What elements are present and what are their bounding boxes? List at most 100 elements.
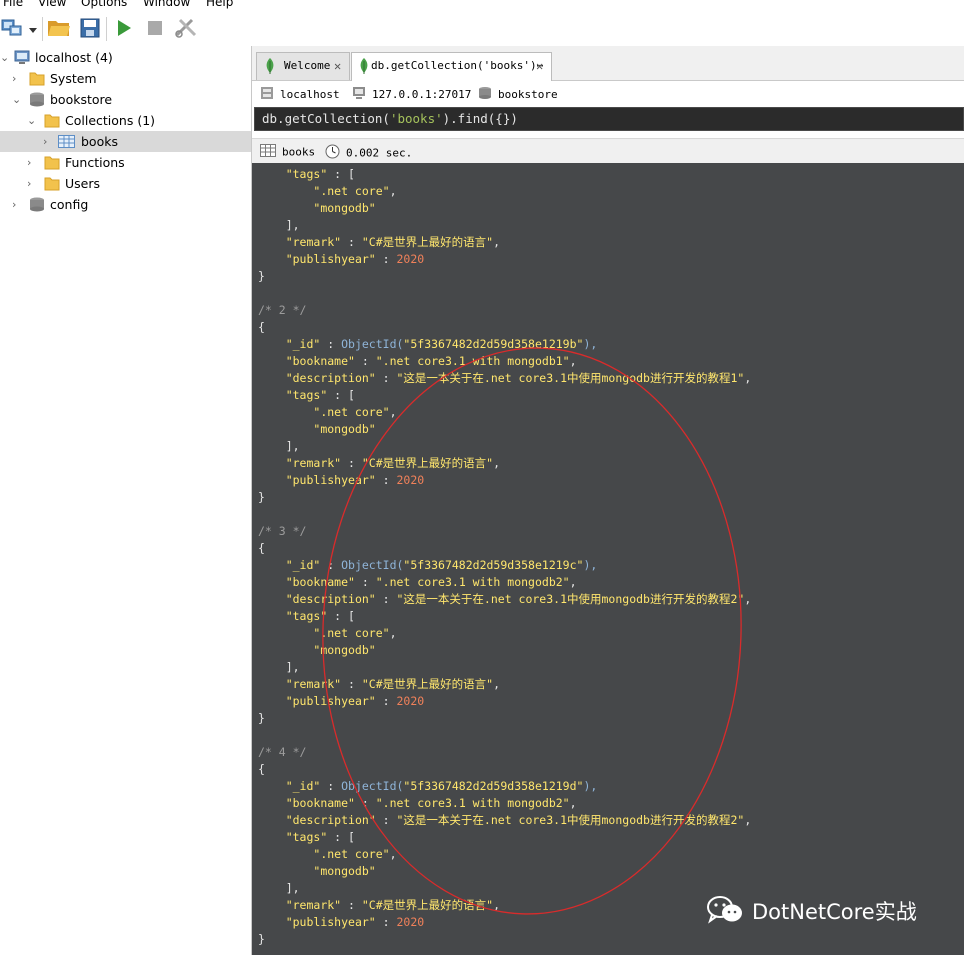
code-token: {: [258, 541, 265, 555]
code-token: ,: [744, 592, 752, 606]
code-token: "C#是世界上最好的语言": [361, 456, 494, 470]
query-collection-arg: 'books': [389, 111, 443, 126]
code-token: "remark": [285, 898, 342, 912]
code-line: "tags" : [: [258, 608, 355, 625]
code-token: :: [375, 813, 397, 827]
tab-bar: Welcome ✕ db.getCollection('books')⋯ ✕: [252, 46, 964, 81]
code-line: "description" : "这是一本关于在.net core3.1中使用m…: [258, 370, 752, 387]
code-token: }: [258, 490, 265, 504]
code-token: ObjectId(: [341, 779, 404, 793]
chevron-right-icon[interactable]: ›: [12, 68, 22, 89]
code-token: "tags": [285, 388, 328, 402]
query-editor[interactable]: db.getCollection('books').find({}): [254, 107, 964, 131]
run-button[interactable]: [111, 16, 137, 42]
code-line: "mongodb": [258, 200, 376, 217]
code-token: ,: [493, 677, 501, 691]
close-icon[interactable]: ✕: [536, 53, 543, 79]
chevron-right-icon[interactable]: ›: [27, 152, 37, 173]
tab-query[interactable]: db.getCollection('books')⋯ ✕: [351, 52, 552, 81]
code-token: "publishyear": [285, 473, 376, 487]
code-token: ),: [583, 558, 598, 572]
menu-options[interactable]: Options: [81, 0, 127, 9]
code-token: :: [375, 473, 397, 487]
close-icon[interactable]: ✕: [334, 53, 341, 79]
code-token: :: [375, 915, 397, 929]
chevron-down-icon[interactable]: ⌄: [12, 89, 22, 110]
menu-help[interactable]: Help: [206, 0, 233, 9]
result-status-bar: books 0.002 sec.: [252, 138, 964, 163]
code-token: "_id": [285, 779, 321, 793]
code-token: ,: [493, 898, 501, 912]
code-token: : [: [327, 830, 355, 844]
code-token: :: [354, 354, 376, 368]
info-host-text: localhost: [280, 88, 340, 101]
menu-bar: File View Options Window Help: [0, 0, 964, 10]
chevron-down-icon[interactable]: ⌄: [0, 47, 10, 68]
stop-button[interactable]: [142, 16, 168, 42]
code-token: "这是一本关于在.net core3.1中使用mongodb进行开发的教程2": [396, 813, 745, 827]
code-token: "remark": [285, 677, 342, 691]
code-line: "publishyear" : 2020: [258, 914, 425, 931]
chevron-right-icon[interactable]: ›: [43, 131, 53, 152]
code-token: "publishyear": [285, 694, 376, 708]
tree-node-collections[interactable]: ⌄ Collections (1): [0, 110, 251, 131]
tree-node-system[interactable]: › System: [0, 68, 251, 89]
code-token: ),: [583, 779, 598, 793]
code-token: ],: [258, 881, 300, 895]
table-icon: [58, 134, 75, 149]
tree-label-books: books: [81, 134, 118, 149]
tab-welcome-label: Welcome: [284, 59, 331, 72]
code-token: ],: [258, 218, 300, 232]
code-token: :: [341, 235, 362, 249]
tree-node-config[interactable]: › config: [0, 194, 251, 215]
code-line: "tags" : [: [258, 829, 355, 846]
chevron-right-icon[interactable]: ›: [12, 194, 22, 215]
menu-window[interactable]: Window: [143, 0, 190, 9]
chevron-down-icon[interactable]: ⌄: [27, 110, 37, 131]
code-line: "remark" : "C#是世界上最好的语言",: [258, 676, 500, 693]
code-token: "这是一本关于在.net core3.1中使用mongodb进行开发的教程1": [396, 371, 745, 385]
tree-label-collections: Collections (1): [65, 113, 156, 128]
code-line: "tags" : [: [258, 387, 355, 404]
code-token: :: [354, 796, 376, 810]
orient-button[interactable]: [173, 16, 199, 42]
save-button[interactable]: [77, 16, 103, 42]
code-token: : [: [327, 388, 355, 402]
code-token: "mongodb": [313, 201, 376, 215]
menu-view[interactable]: View: [38, 0, 66, 9]
tree-node-server[interactable]: ⌄ localhost (4): [0, 47, 251, 68]
tab-welcome[interactable]: Welcome ✕: [256, 52, 350, 80]
code-token: ObjectId(: [341, 337, 404, 351]
connect-dropdown[interactable]: [26, 16, 40, 42]
menu-file[interactable]: File: [3, 0, 23, 9]
connect-button[interactable]: [0, 16, 26, 42]
open-button[interactable]: [46, 16, 72, 42]
code-token: "C#是世界上最好的语言": [361, 898, 494, 912]
connection-tree: ⌄ localhost (4) › System ⌄ bookstore ⌄ C…: [0, 46, 251, 955]
code-token: ,: [744, 371, 752, 385]
code-line: "mongodb": [258, 863, 375, 880]
tree-node-users[interactable]: › Users: [0, 173, 251, 194]
tree-node-database[interactable]: ⌄ bookstore: [0, 89, 251, 110]
folder-icon: [44, 113, 60, 128]
code-token: "publishyear": [285, 915, 376, 929]
code-token: ),: [583, 337, 598, 351]
code-token: "description": [285, 813, 376, 827]
code-token: :: [341, 677, 362, 691]
code-line: }: [258, 268, 265, 285]
connection-info: localhost 127.0.0.1:27017 bookstore: [252, 81, 964, 106]
result-text-view[interactable]: "tags" : [ ".net core", "mongodb" ], "re…: [252, 163, 964, 955]
chevron-right-icon[interactable]: ›: [27, 173, 37, 194]
tree-node-books[interactable]: › books: [0, 131, 251, 152]
code-token: "mongodb": [313, 643, 376, 657]
tree-node-functions[interactable]: › Functions: [0, 152, 251, 173]
